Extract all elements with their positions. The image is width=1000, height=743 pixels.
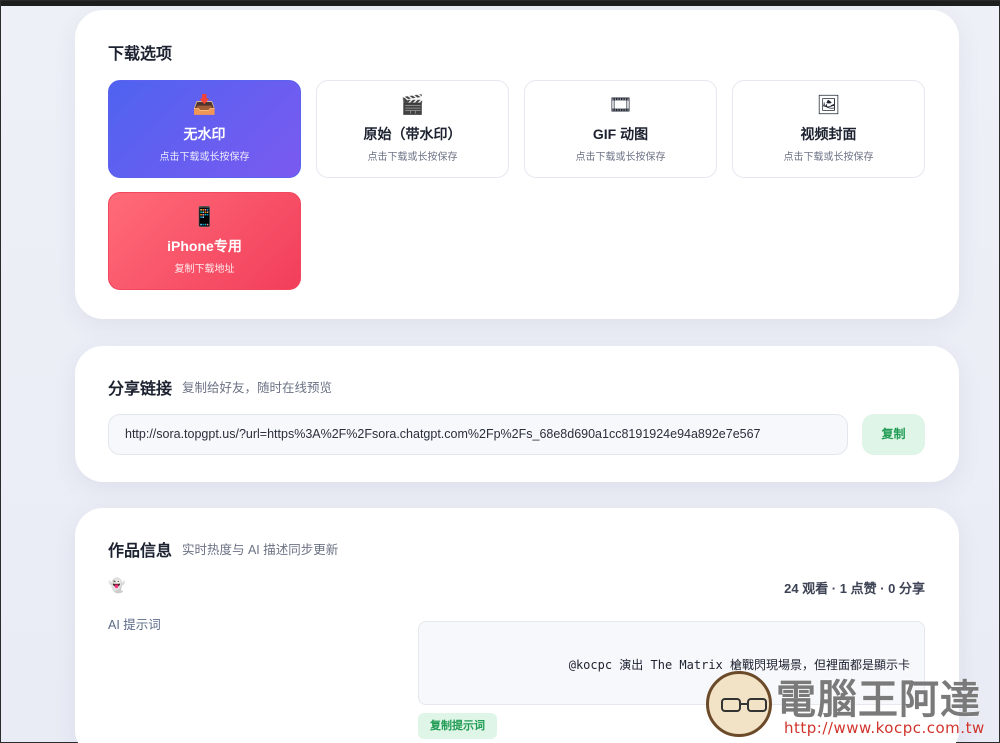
option-hint: 点击下载或长按保存 — [783, 152, 874, 163]
engagement-stats: 24 观看 · 1 点赞 · 0 分享 — [784, 581, 925, 596]
download-original-watermark-button[interactable]: 🎬 原始（带水印） 点击下载或长按保存 — [316, 80, 509, 178]
option-hint: 点击下载或长按保存 — [367, 152, 458, 163]
download-options-card: 下载选项 📥 无水印 点击下载或长按保存 🎬 原始（带水印） 点击下载或长按保存… — [75, 10, 959, 319]
ai-prompt-label: AI 提示词 — [108, 618, 161, 632]
download-gif-button[interactable]: 🎞 GIF 动图 点击下载或长按保存 — [524, 80, 717, 178]
mobile-phone-icon: 📱 — [192, 207, 217, 228]
option-label: GIF 动图 — [592, 126, 649, 142]
option-label: 视频封面 — [800, 126, 857, 142]
glasses-icon — [721, 698, 767, 712]
framed-picture-icon: 🖼 — [816, 95, 841, 116]
share-link-title: 分享链接 — [108, 381, 173, 398]
option-hint: 复制下载地址 — [174, 264, 235, 275]
mascot-face-icon — [706, 671, 772, 737]
ghost-icon: 👻 — [108, 577, 126, 593]
iphone-copy-link-button[interactable]: 📱 iPhone专用 复制下载地址 — [108, 192, 301, 290]
download-no-watermark-button[interactable]: 📥 无水印 点击下载或长按保存 — [108, 80, 301, 178]
copy-link-button[interactable]: 复制 — [862, 414, 925, 455]
browser-top-edge — [1, 1, 1000, 6]
share-link-subtitle: 复制给好友，随时在线预览 — [182, 381, 333, 395]
option-hint: 点击下载或长按保存 — [575, 152, 666, 163]
work-info-title: 作品信息 — [108, 543, 173, 560]
watermark-url: http://www.kocpc.com.tw — [784, 719, 985, 737]
download-options-title: 下载选项 — [108, 46, 173, 63]
watermark-text: 電腦王阿達 — [776, 677, 981, 723]
download-cover-button[interactable]: 🖼 视频封面 点击下载或长按保存 — [732, 80, 925, 178]
film-frames-icon: 🎞 — [608, 95, 633, 116]
copy-prompt-button[interactable]: 复制提示词 — [418, 713, 497, 739]
share-url-field[interactable]: http://sora.topgpt.us/?url=https%3A%2F%2… — [108, 414, 848, 455]
option-hint: 点击下载或长按保存 — [159, 152, 250, 163]
option-label: 无水印 — [183, 126, 226, 142]
share-link-card: 分享链接 复制给好友，随时在线预览 http://sora.topgpt.us/… — [75, 346, 959, 482]
clapper-board-icon: 🎬 — [400, 95, 425, 116]
option-label: iPhone专用 — [167, 238, 242, 254]
site-watermark: 電腦王阿達 http://www.kocpc.com.tw — [706, 665, 996, 743]
inbox-tray-icon: 📥 — [192, 95, 217, 116]
option-label: 原始（带水印） — [363, 126, 462, 142]
work-info-subtitle: 实时热度与 AI 描述同步更新 — [182, 543, 339, 557]
